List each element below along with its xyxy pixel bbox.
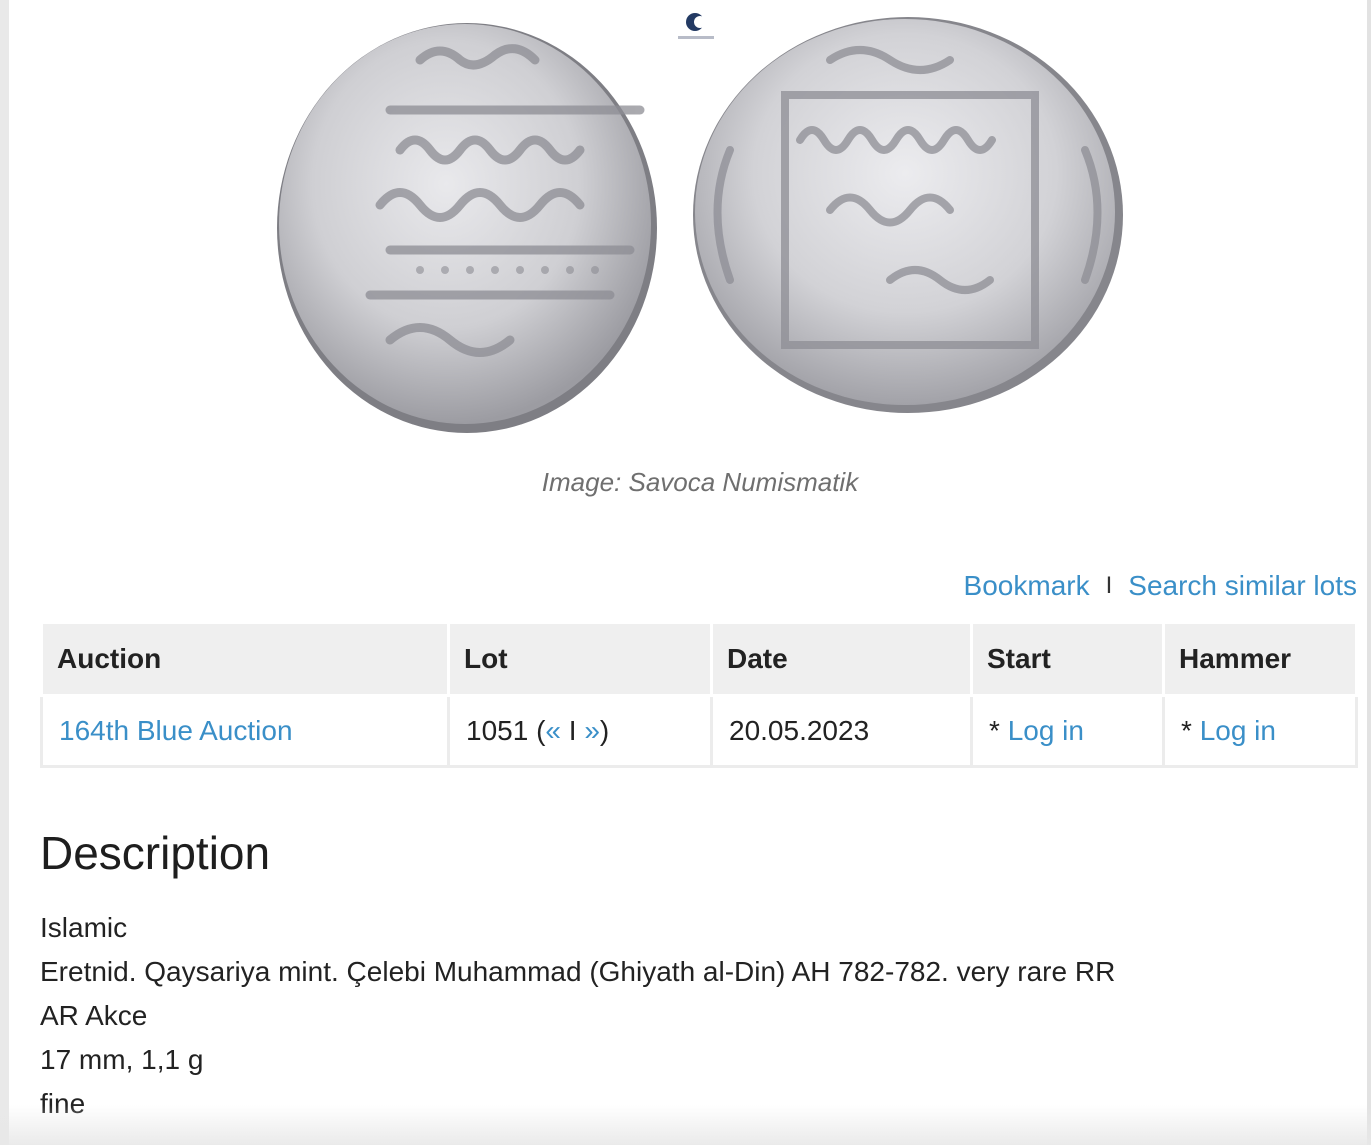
search-similar-lots-link[interactable]: Search similar lots xyxy=(1128,570,1357,602)
column-header-lot: Lot xyxy=(447,621,713,697)
actions-separator: I xyxy=(1105,572,1113,599)
column-header-date: Date xyxy=(710,621,973,697)
lot-number: 1051 ( xyxy=(466,715,546,746)
description-heading: Description xyxy=(40,827,271,879)
lot-nav-separator: I xyxy=(560,715,585,746)
next-lot-link[interactable]: » xyxy=(584,715,600,746)
hammer-login-link[interactable]: Log in xyxy=(1200,715,1276,746)
lot-close-paren: ) xyxy=(599,715,610,746)
coin-reverse xyxy=(693,17,1123,413)
lot-actions: Bookmark I Search similar lots xyxy=(964,570,1357,602)
auction-link[interactable]: 164th Blue Auction xyxy=(59,715,293,746)
coin-image[interactable] xyxy=(270,0,1130,450)
image-caption: Image: Savoca Numismatik xyxy=(541,467,859,497)
start-cell: * Log in xyxy=(970,694,1165,768)
start-login-link[interactable]: Log in xyxy=(1008,715,1084,746)
auction-cell: 164th Blue Auction xyxy=(40,694,450,768)
bookmark-link[interactable]: Bookmark xyxy=(964,570,1090,602)
previous-lot-link[interactable]: « xyxy=(545,715,561,746)
hammer-prefix: * xyxy=(1181,715,1200,746)
description-line: AR Akce xyxy=(40,1000,148,1031)
table-row: 164th Blue Auction 1051 (« I ») 20.05.20… xyxy=(40,694,1358,768)
column-header-hammer: Hammer xyxy=(1162,621,1358,697)
date-cell: 20.05.2023 xyxy=(710,694,973,768)
description-line: Eretnid. Qaysariya mint. Çelebi Muhammad… xyxy=(40,956,1116,987)
left-page-edge xyxy=(0,0,9,1145)
scrollbar[interactable] xyxy=(1367,0,1371,1145)
description-line: Islamic xyxy=(40,912,128,943)
hammer-cell: * Log in xyxy=(1162,694,1358,768)
lot-table: Auction Lot Date Start Hammer 164th Blue… xyxy=(40,621,1358,768)
description-line: fine xyxy=(40,1088,86,1119)
column-header-auction: Auction xyxy=(40,621,450,697)
description-line: 17 mm, 1,1 g xyxy=(40,1044,204,1075)
savoca-logo-icon xyxy=(678,13,714,39)
column-header-start: Start xyxy=(970,621,1165,697)
table-header-row: Auction Lot Date Start Hammer xyxy=(40,621,1358,697)
description-list: Islamic Eretnid. Qaysariya mint. Çelebi … xyxy=(40,906,1115,1126)
lot-cell: 1051 (« I ») xyxy=(447,694,713,768)
coin-obverse xyxy=(277,23,657,433)
start-prefix: * xyxy=(989,715,1008,746)
